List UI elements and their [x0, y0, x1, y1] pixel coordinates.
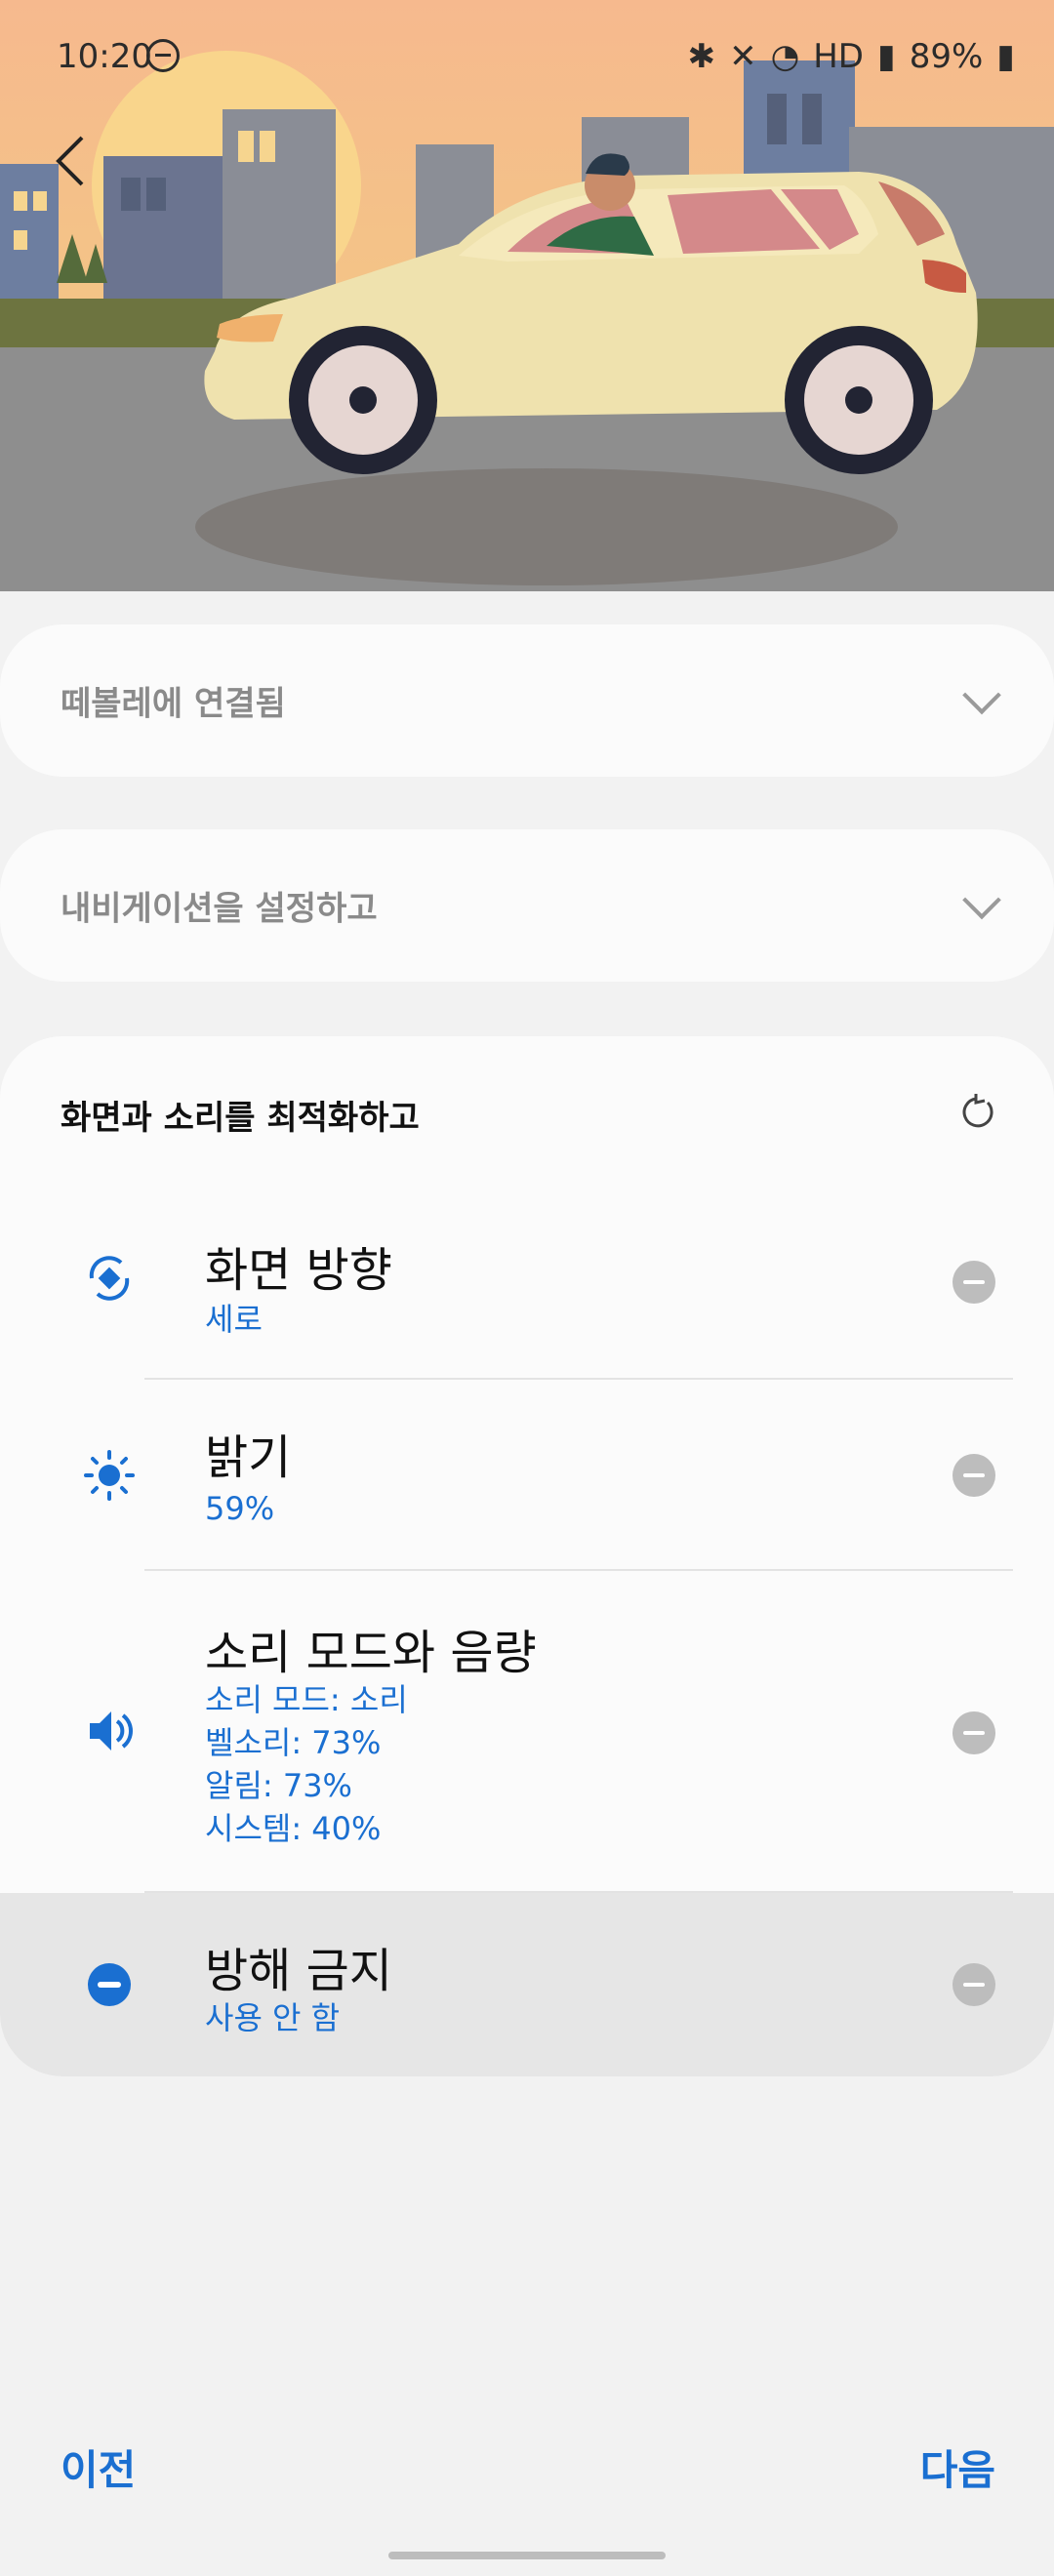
mute-icon: ✕	[729, 37, 757, 76]
section-connected-label: 떼볼레에 연결됨	[61, 684, 286, 724]
section-connected[interactable]: 떼볼레에 연결됨	[0, 624, 1054, 777]
rotate-screen-icon	[89, 1256, 130, 1301]
chevron-down-icon	[962, 675, 1001, 715]
list-item-orientation[interactable]: 화면 방향 세로	[0, 1218, 1054, 1378]
battery-percent: 89%	[909, 37, 984, 76]
system-volume-value: 시스템: 40%	[205, 1810, 382, 1847]
ringtone-volume-value: 벨소리: 73%	[205, 1724, 382, 1761]
optimize-card-title: 화면과 소리를 최적화하고	[61, 1099, 420, 1138]
volume-icon	[90, 1711, 133, 1751]
bluetooth-icon: ✱	[687, 37, 716, 76]
orientation-value: 세로	[205, 1301, 263, 1338]
brightness-value: 59%	[205, 1490, 275, 1527]
next-button[interactable]: 다음	[920, 2437, 995, 2497]
sound-mode-value: 소리 모드: 소리	[205, 1681, 408, 1718]
remove-button[interactable]	[953, 1963, 995, 2006]
list-item-sound[interactable]: 소리 모드와 음량 소리 모드: 소리 벨소리: 73% 알림: 73% 시스템…	[0, 1571, 1054, 1891]
notification-volume-value: 알림: 73%	[205, 1767, 352, 1804]
refresh-icon	[962, 1094, 993, 1128]
hero-illustration: 10:20 ✱ ✕ ◔ HD ▮ 89% ▮	[0, 0, 1054, 591]
status-time: 10:20	[57, 37, 152, 76]
orientation-title: 화면 방향	[205, 1243, 392, 1298]
reset-icon[interactable]	[958, 1093, 997, 1132]
brightness-title: 밝기	[205, 1430, 292, 1485]
back-button[interactable]	[51, 132, 109, 200]
home-indicator[interactable]	[388, 2552, 666, 2559]
remove-button[interactable]	[953, 1454, 995, 1497]
remove-button[interactable]	[953, 1261, 995, 1304]
dnd-title: 방해 금지	[205, 1944, 392, 1998]
dnd-value: 사용 안 함	[205, 1999, 341, 2036]
do-not-disturb-icon	[88, 1963, 131, 2006]
list-item-dnd[interactable]: 방해 금지 사용 안 함	[0, 1893, 1054, 2076]
status-bar: 10:20 ✱ ✕ ◔ HD ▮ 89% ▮	[0, 0, 1054, 117]
network-type-label: HD	[813, 37, 864, 76]
list-item-brightness[interactable]: 밝기 59%	[0, 1380, 1054, 1571]
battery-icon: ▮	[996, 37, 1015, 76]
wifi-icon: ◔	[770, 37, 800, 76]
chevron-down-icon	[962, 880, 1001, 920]
remove-button[interactable]	[953, 1711, 995, 1754]
back-arrow-icon	[56, 136, 84, 186]
sound-title: 소리 모드와 음량	[205, 1626, 537, 1680]
status-icons: ✱ ✕ ◔ HD ▮ 89% ▮	[688, 37, 1015, 76]
signal-icon: ▮	[876, 37, 896, 76]
dnd-status-icon	[146, 39, 180, 72]
prev-button[interactable]: 이전	[61, 2437, 136, 2497]
section-navigation[interactable]: 내비게이션을 설정하고	[0, 829, 1054, 982]
brightness-icon	[84, 1450, 135, 1501]
section-navigation-label: 내비게이션을 설정하고	[61, 889, 378, 929]
